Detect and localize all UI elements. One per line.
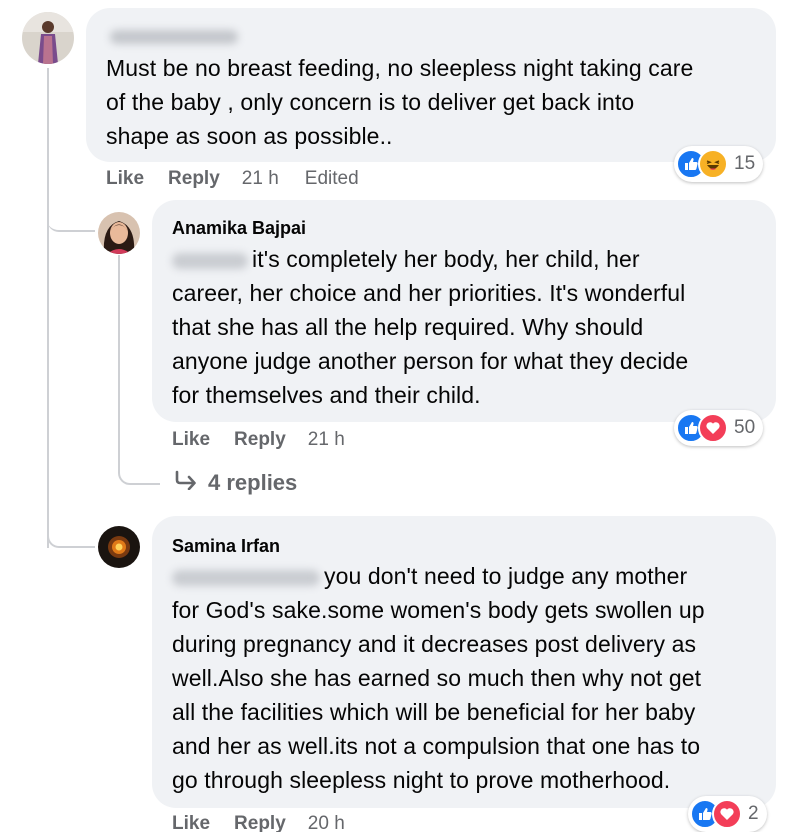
comment-line: for God's sake.some women's body gets sw… [172, 597, 705, 623]
thread-line-main [47, 68, 49, 548]
comment-line: it's completely her body, her child, her [172, 242, 688, 276]
love-icon [712, 799, 742, 829]
haha-icon [698, 149, 728, 179]
author-name-redacted[interactable] [110, 30, 238, 44]
comment-line: and her as well.its not a compulsion tha… [172, 733, 701, 759]
comment-line: all the facilities which will be benefic… [172, 699, 696, 725]
comment-line: career, her choice and her priorities. I… [172, 280, 686, 306]
comment-text: you don't need to judge any mother for G… [172, 559, 705, 797]
comment-line: go through sleepless night to prove moth… [172, 767, 671, 793]
comment-text: it's completely her body, her child, her… [172, 242, 688, 412]
timestamp[interactable]: 20 h [308, 813, 345, 832]
timestamp[interactable]: 21 h [242, 168, 279, 190]
reply-arrow-icon [174, 470, 198, 496]
reaction-summary[interactable]: 2 [688, 796, 767, 832]
thread-connector-more-replies [118, 455, 160, 485]
timestamp[interactable]: 21 h [308, 429, 345, 451]
comment-line: during pregnancy and it decreases post d… [172, 631, 697, 657]
more-replies-label: 4 replies [208, 470, 298, 495]
comment-line: you don't need to judge any mother [172, 559, 705, 593]
like-button[interactable]: Like [172, 813, 210, 832]
thread-line-reply [118, 255, 120, 465]
avatar[interactable] [98, 212, 140, 254]
comment-text: Must be no breast feeding, no sleepless … [106, 51, 693, 153]
avatar[interactable] [98, 526, 140, 568]
comment-line: Must be no breast feeding, no sleepless … [106, 55, 694, 81]
comment-line: that she has all the help required. Why … [172, 314, 644, 340]
author-name[interactable]: Samina Irfan [172, 536, 280, 557]
comment-line: shape as soon as possible.. [106, 123, 393, 149]
view-more-replies-button[interactable]: 4 replies [174, 470, 297, 496]
comment-line: well.Also she has earned so much then wh… [172, 665, 702, 691]
author-name[interactable]: Anamika Bajpai [172, 218, 306, 239]
reaction-count: 50 [734, 417, 756, 438]
avatar[interactable] [22, 12, 74, 64]
comment-actions: Like Reply 21 h Edited [106, 168, 359, 190]
reaction-count: 2 [748, 803, 759, 824]
reaction-summary[interactable]: 50 [674, 410, 764, 446]
edited-label: Edited [304, 168, 359, 189]
reaction-summary[interactable]: 15 [674, 146, 764, 182]
thread-connector-reply-2 [47, 520, 95, 548]
like-button[interactable]: Like [172, 429, 210, 451]
mention-redacted[interactable] [172, 569, 320, 586]
thread-connector-reply-1 [47, 200, 95, 232]
comment-actions: Like Reply 20 h [172, 813, 345, 832]
reply-button[interactable]: Reply [234, 813, 286, 832]
comment-line: for themselves and their child. [172, 382, 481, 408]
love-icon [698, 413, 728, 443]
reply-button[interactable]: Reply [168, 168, 220, 190]
reaction-count: 15 [734, 153, 756, 174]
reply-button[interactable]: Reply [234, 429, 286, 451]
comment-line: anyone judge another person for what the… [172, 348, 689, 374]
comment-line: of the baby , only concern is to deliver… [106, 89, 635, 115]
mention-redacted[interactable] [172, 252, 248, 269]
like-button[interactable]: Like [106, 168, 144, 190]
comment-actions: Like Reply 21 h [172, 429, 345, 451]
